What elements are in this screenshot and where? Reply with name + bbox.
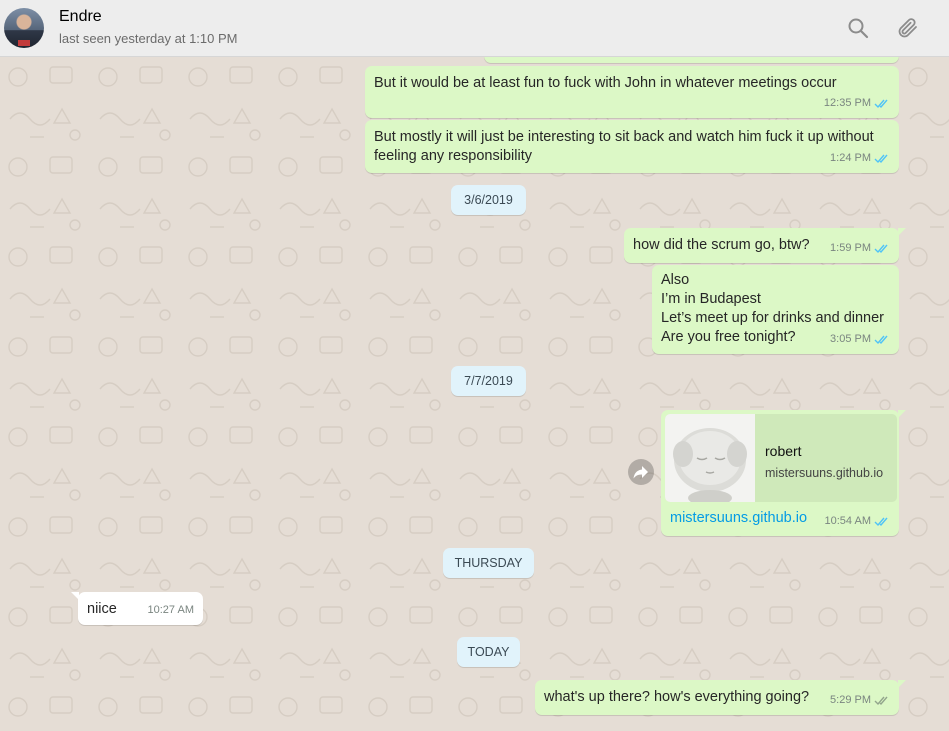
paperclip-icon[interactable] bbox=[896, 16, 920, 40]
message-time: 5:29 PM bbox=[830, 694, 871, 706]
message-line: Also bbox=[661, 272, 690, 288]
date-divider: TODAY bbox=[457, 637, 520, 667]
search-icon[interactable] bbox=[846, 16, 870, 40]
delivered-ticks-icon bbox=[874, 696, 888, 706]
outgoing-message[interactable]: But it would be at least fun to fuck wit… bbox=[365, 66, 899, 118]
link-preview-thumbnail bbox=[665, 414, 755, 502]
message-text: But it would be at least fun to fuck wit… bbox=[374, 75, 837, 91]
message-time: 10:27 AM bbox=[147, 604, 194, 616]
date-divider: THURSDAY bbox=[443, 548, 534, 578]
outgoing-message[interactable]: what's up there? how's everything going?… bbox=[535, 680, 906, 715]
contact-status: last seen yesterday at 1:10 PM bbox=[59, 31, 238, 46]
message-meta: 12:35 PM bbox=[824, 94, 890, 113]
read-ticks-icon bbox=[874, 335, 888, 345]
message-time: 1:24 PM bbox=[830, 152, 871, 164]
message-time: 1:59 PM bbox=[830, 242, 871, 254]
chat-header: Endre last seen yesterday at 1:10 PM bbox=[0, 0, 949, 57]
link-preview-title: robert bbox=[765, 443, 802, 459]
forward-icon bbox=[633, 466, 648, 479]
link-preview-domain: mistersuuns.github.io bbox=[765, 466, 884, 480]
message-bubble-partial[interactable] bbox=[484, 57, 899, 63]
message-link[interactable]: mistersuuns.github.io bbox=[670, 509, 807, 528]
read-ticks-icon bbox=[874, 244, 888, 254]
message-time: 12:35 PM bbox=[823, 97, 871, 109]
forward-button[interactable] bbox=[628, 459, 654, 485]
message-meta: 10:54 AM bbox=[825, 512, 890, 531]
incoming-message[interactable]: niice 10:27 AM bbox=[71, 592, 203, 625]
read-ticks-icon bbox=[874, 154, 888, 164]
message-line: Let’s meet up for drinks and dinner bbox=[661, 310, 885, 326]
link-preview-card[interactable]: robert mistersuuns.github.io bbox=[665, 414, 897, 502]
outgoing-message[interactable]: how did the scrum go, btw? 1:59 PM bbox=[624, 228, 906, 263]
message-time: 3:05 PM bbox=[830, 333, 871, 345]
read-ticks-icon bbox=[874, 517, 888, 527]
outgoing-message[interactable]: Also I’m in Budapest Let’s meet up for d… bbox=[652, 265, 899, 354]
message-meta: 10:27 AM bbox=[148, 601, 194, 620]
message-meta: 3:05 PM bbox=[830, 330, 890, 349]
read-ticks-icon bbox=[874, 99, 888, 109]
message-list[interactable]: But it would be at least fun to fuck wit… bbox=[0, 57, 949, 731]
message-meta: 1:24 PM bbox=[830, 149, 890, 168]
message-time: 10:54 AM bbox=[824, 515, 871, 527]
date-divider: 7/7/2019 bbox=[451, 366, 526, 396]
date-divider: 3/6/2019 bbox=[451, 185, 526, 215]
message-meta: 5:29 PM bbox=[830, 691, 890, 710]
message-meta: 1:59 PM bbox=[830, 239, 890, 258]
link-message[interactable]: robert mistersuuns.github.io mistersuuns… bbox=[661, 410, 906, 536]
contact-avatar[interactable] bbox=[4, 8, 44, 48]
outgoing-message[interactable]: But mostly it will just be interesting t… bbox=[365, 120, 899, 173]
message-text: But mostly it will just be interesting t… bbox=[374, 129, 874, 164]
message-line: I’m in Budapest bbox=[661, 291, 761, 307]
contact-name[interactable]: Endre bbox=[59, 8, 102, 26]
